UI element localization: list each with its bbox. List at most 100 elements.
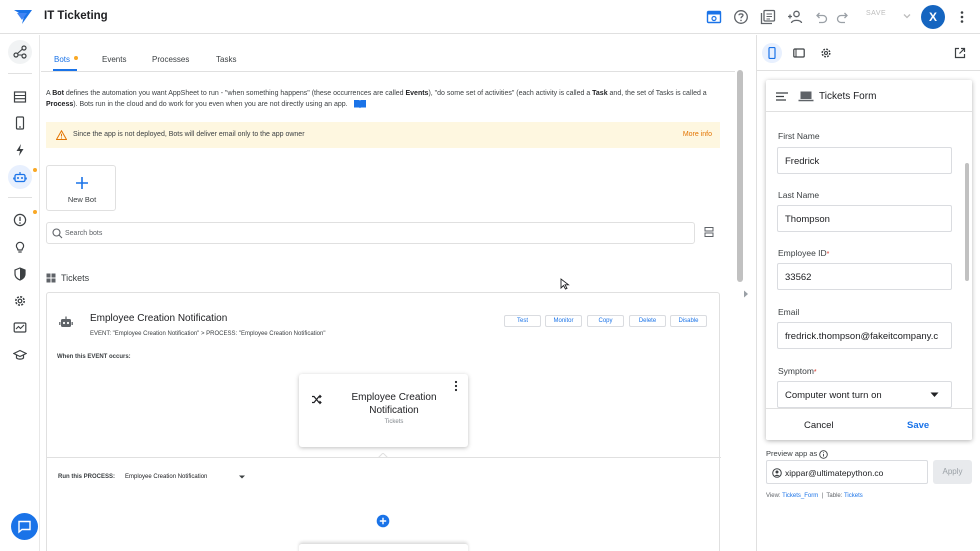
open-external-icon[interactable] [954, 47, 966, 59]
share-icon[interactable] [787, 9, 803, 25]
shuffle-event-icon [311, 394, 322, 405]
preview-as-label: Preview app as [766, 449, 829, 459]
view-link[interactable]: Tickets_Form [782, 493, 818, 499]
appsheet-logo-icon[interactable] [13, 8, 33, 26]
apply-button[interactable]: Apply [933, 460, 972, 484]
form-footer: Cancel Save [766, 408, 972, 440]
info-notice-dot [33, 210, 37, 214]
run-process-label: Run this PROCESS: [58, 474, 116, 480]
search-placeholder: Search bots [65, 230, 103, 237]
save-button[interactable]: SAVE [866, 10, 886, 17]
form-save-button[interactable]: Save [907, 420, 929, 431]
app-preview-frame: Tickets Form First Name Fredrick Last Na… [766, 80, 972, 440]
add-step-plus-icon[interactable] [376, 514, 390, 528]
tablet-preview-icon[interactable] [793, 47, 805, 59]
app-title: IT Ticketing [44, 10, 108, 22]
process-dropdown-icon[interactable] [238, 474, 246, 480]
preview-as-email: xippar@ultimatepython.co [785, 468, 884, 478]
field-label: Symptom* [778, 366, 817, 376]
preview-as-input[interactable]: xippar@ultimatepython.co [766, 460, 928, 484]
tabs-divider [41, 71, 735, 72]
delete-button[interactable]: Delete [629, 315, 666, 327]
last-name-field[interactable]: Thompson [777, 205, 952, 232]
left-nav-rail [0, 35, 40, 551]
chevron-down-icon[interactable] [901, 10, 917, 26]
avatar[interactable]: X [921, 5, 945, 29]
rail-divider [8, 197, 32, 198]
collapse-panel-icon[interactable] [743, 290, 749, 298]
preview-settings-gear-icon[interactable] [820, 47, 832, 59]
book-icon[interactable] [353, 99, 367, 109]
automation-notice-dot [33, 168, 37, 172]
employee-id-field[interactable]: 33562 [777, 263, 952, 290]
preview-info-icon[interactable] [819, 449, 829, 459]
table-link[interactable]: Tickets [844, 493, 863, 499]
bot-icon [59, 315, 73, 329]
more-info-link[interactable]: More info [683, 131, 712, 138]
mobile-icon[interactable] [13, 116, 27, 130]
plus-icon [75, 176, 89, 190]
main-scrollbar[interactable] [737, 70, 743, 282]
more-vert-icon[interactable] [954, 9, 970, 25]
active-tab-indicator [53, 69, 77, 71]
table-grid-icon [46, 273, 56, 283]
settings-gear-icon[interactable] [13, 294, 27, 308]
tab-events[interactable]: Events [102, 55, 126, 64]
view-toggle-icon[interactable] [704, 226, 714, 238]
test-button[interactable]: Test [504, 315, 541, 327]
bots-tab-dot [74, 56, 78, 60]
undo-icon[interactable] [813, 9, 829, 25]
event-card[interactable]: Employee Creation Notification Tickets [299, 374, 468, 447]
main-content: Bots Events Processes Tasks A Bot define… [41, 35, 735, 551]
preview-toolbar [757, 35, 980, 71]
email-field[interactable]: fredrick.thompson@fakeitcompany.c [777, 322, 952, 349]
first-name-field[interactable]: Fredrick [777, 147, 952, 174]
bots-description: A Bot defines the automation you want Ap… [46, 90, 707, 109]
symptom-dropdown-icon[interactable] [930, 392, 939, 398]
tab-tasks[interactable]: Tasks [216, 55, 236, 64]
next-step-card[interactable] [299, 543, 468, 551]
view-table-info: View: Tickets_Form | Table: Tickets [766, 493, 863, 499]
sitemap-icon[interactable] [13, 45, 27, 59]
lightbulb-icon[interactable] [13, 240, 27, 254]
data-table-icon[interactable] [13, 90, 27, 104]
bot-subtitle: EVENT: "Employee Creation Notification" … [90, 331, 326, 337]
bot-card[interactable]: Employee Creation Notification EVENT: "E… [46, 292, 721, 551]
top-bar: IT Ticketing SAVE X [0, 0, 980, 34]
security-shield-icon[interactable] [13, 267, 27, 281]
actions-bolt-icon[interactable] [13, 143, 27, 157]
form-title: Tickets Form [819, 91, 877, 102]
when-event-label: When this EVENT occurs: [57, 354, 131, 360]
preview-panel: Tickets Form First Name Fredrick Last Na… [756, 35, 980, 551]
symptom-select[interactable]: Computer wont turn on [777, 381, 952, 408]
field-label: Last Name [778, 190, 820, 200]
mobile-preview-icon[interactable] [766, 47, 778, 59]
event-more-vert-icon[interactable] [453, 380, 459, 392]
search-icon [52, 228, 63, 239]
automation-bot-icon[interactable] [13, 170, 27, 184]
tab-bots[interactable]: Bots [54, 55, 70, 64]
event-table: Tickets [384, 419, 404, 425]
form-scrollbar[interactable] [965, 163, 969, 281]
tab-processes[interactable]: Processes [152, 55, 189, 64]
new-bot-button[interactable]: New Bot [46, 165, 116, 211]
search-bots-input[interactable]: Search bots [46, 222, 695, 244]
run-process-select[interactable]: Employee Creation Notification [125, 474, 207, 480]
monitor-icon[interactable] [13, 321, 27, 335]
preview-toggle-icon[interactable] [706, 9, 722, 25]
copy-button[interactable]: Copy [587, 315, 624, 327]
cancel-button[interactable]: Cancel [804, 420, 834, 431]
card-divider [47, 457, 721, 458]
redo-icon[interactable] [835, 9, 851, 25]
learn-school-icon[interactable] [13, 348, 27, 362]
help-icon[interactable] [733, 9, 749, 25]
disable-button[interactable]: Disable [670, 315, 707, 327]
section-title-tickets: Tickets [61, 273, 90, 283]
library-icon[interactable] [760, 9, 776, 25]
info-icon[interactable] [13, 213, 27, 227]
chat-button[interactable] [11, 513, 38, 540]
menu-lines-icon[interactable] [776, 92, 788, 101]
bot-title: Employee Creation Notification [90, 313, 228, 324]
event-title: Employee Creation Notification [351, 392, 437, 416]
monitor-button[interactable]: Monitor [545, 315, 582, 327]
